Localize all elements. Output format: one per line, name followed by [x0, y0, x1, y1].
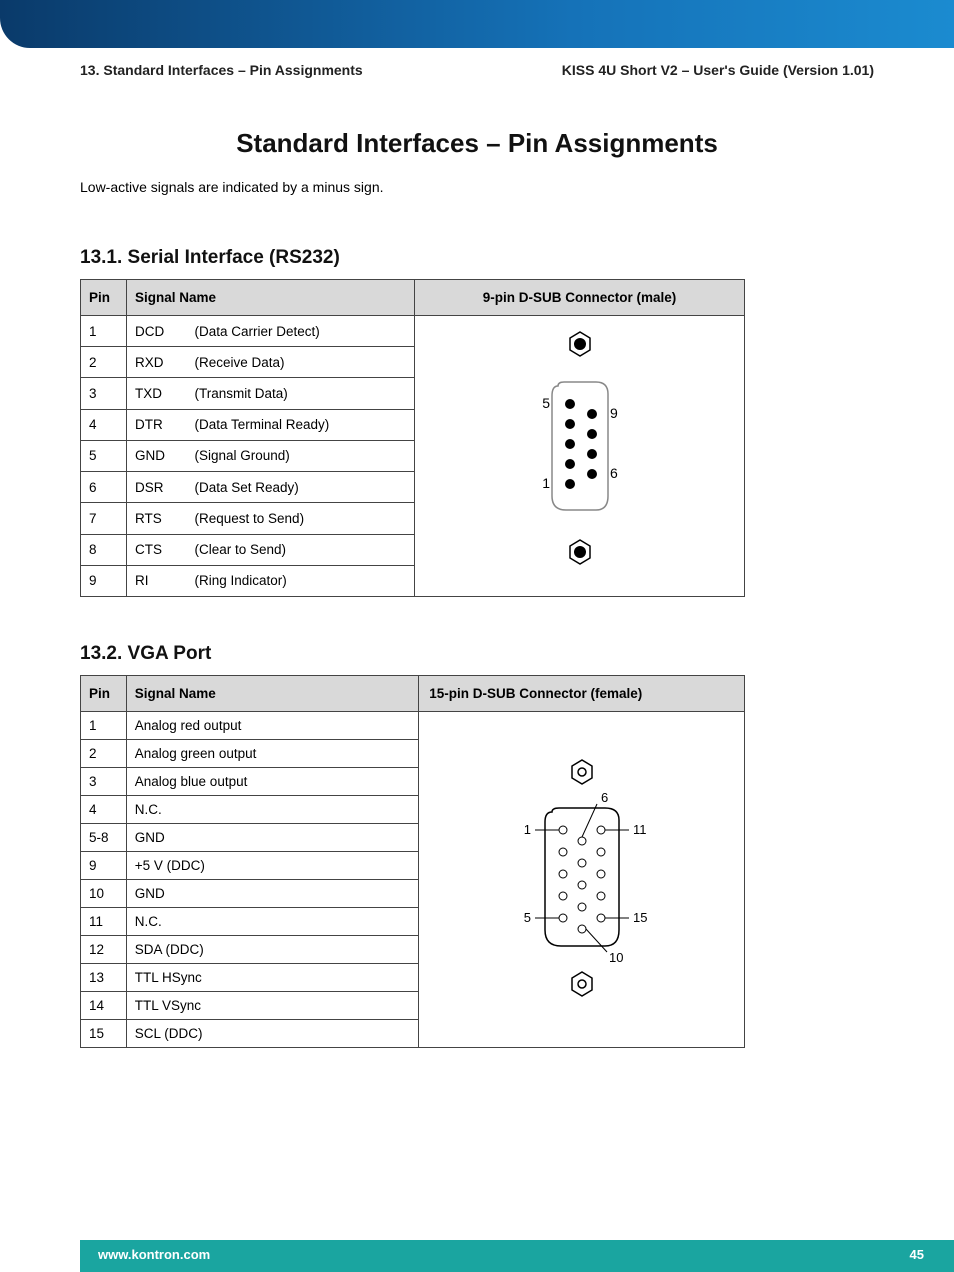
vga-table: Pin Signal Name 15-pin D-SUB Connector (…: [80, 675, 745, 1048]
section2-heading: 13.2. VGA Port: [80, 643, 874, 665]
top-banner: [0, 0, 954, 48]
dsub9-icon: 5 1 9 6: [510, 326, 650, 586]
intro-text: Low-active signals are indicated by a mi…: [80, 179, 874, 195]
svg-text:1: 1: [542, 475, 550, 491]
vga-diagram: 1 5 6 10 11 15: [419, 712, 745, 1048]
svg-text:11: 11: [633, 822, 647, 837]
running-header: 13. Standard Interfaces – Pin Assignment…: [80, 62, 874, 78]
dsub15-icon: 1 5 6 10 11 15: [497, 750, 667, 1010]
header-left: 13. Standard Interfaces – Pin Assignment…: [80, 62, 363, 78]
cell-abbr: DCD: [127, 316, 187, 347]
th-signal: Signal Name: [127, 280, 415, 316]
svg-text:1: 1: [523, 822, 530, 837]
cell-pin: 1: [81, 316, 127, 347]
footer-page: 45: [910, 1247, 924, 1272]
svg-text:15: 15: [633, 910, 647, 925]
svg-text:6: 6: [601, 790, 608, 805]
svg-text:5: 5: [523, 910, 530, 925]
table-row: 1 DCD (Data Carrier Detect): [81, 316, 745, 347]
page-title: Standard Interfaces – Pin Assignments: [197, 128, 757, 159]
table-row: 1 Analog red output: [81, 712, 745, 740]
th-signal: Signal Name: [126, 676, 419, 712]
svg-text:9: 9: [610, 405, 618, 421]
section1-heading: 13.1. Serial Interface (RS232): [80, 247, 874, 269]
th-pin: Pin: [81, 280, 127, 316]
cell-name: Analog red output: [126, 712, 419, 740]
footer-url: www.kontron.com: [98, 1247, 210, 1272]
cell-desc: (Data Carrier Detect): [187, 316, 415, 347]
page-footer: www.kontron.com 45: [80, 1240, 954, 1272]
svg-text:6: 6: [610, 465, 618, 481]
rs232-table: Pin Signal Name 9-pin D-SUB Connector (m…: [80, 279, 745, 597]
th-diagram: 9-pin D-SUB Connector (male): [415, 280, 745, 316]
cell-pin: 1: [81, 712, 127, 740]
th-diagram: 15-pin D-SUB Connector (female): [419, 676, 745, 712]
th-pin: Pin: [81, 676, 127, 712]
svg-text:10: 10: [609, 950, 623, 965]
rs232-diagram: 5 1 9 6: [415, 316, 745, 597]
header-right: KISS 4U Short V2 – User's Guide (Version…: [562, 62, 874, 78]
svg-text:5: 5: [542, 395, 550, 411]
